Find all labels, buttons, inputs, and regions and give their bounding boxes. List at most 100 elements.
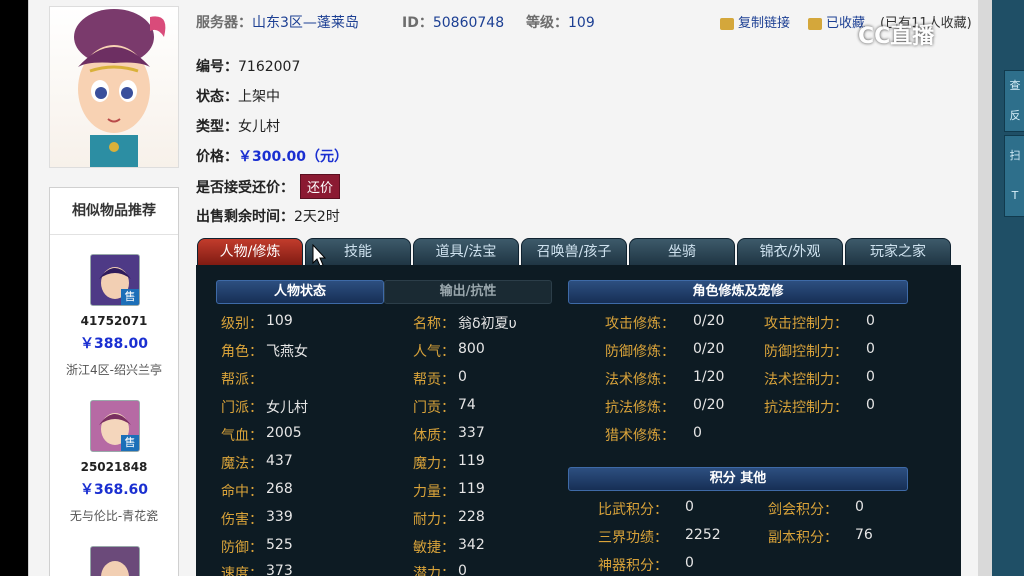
copy-link-label: 复制链接 [738, 16, 791, 31]
stat-value: 0 [458, 369, 467, 385]
stat-label: 防御： [221, 540, 263, 556]
stat-label: 命中： [221, 484, 263, 500]
right-tab-2[interactable]: 扫T [1004, 135, 1024, 217]
stat-label: 气血： [221, 428, 263, 444]
stat-value: 119 [458, 453, 485, 469]
right-tab-label: 扫 [1009, 149, 1021, 162]
favorited-button[interactable]: 已收藏 [808, 12, 865, 31]
points-label: 剑会积分： [768, 502, 838, 518]
cultivation-label: 抗法修炼： [605, 400, 675, 416]
character-avatar [49, 6, 179, 168]
page: 查反 扫T 服务器：山东3区—蓬莱岛 ID：50860748 等级：109 复制… [0, 0, 1024, 576]
section-points: 积分 其他 [568, 467, 908, 491]
stat-value: 飞燕女 [266, 344, 308, 360]
stat-label: 角色： [221, 344, 263, 360]
stat-value: 翁δ初夏υ [458, 316, 517, 332]
stat-value: 0 [458, 563, 467, 576]
item-time-label: 出售剩余时间： [196, 209, 294, 225]
section-char-status[interactable]: 人物状态 [216, 280, 384, 304]
cultivation-value: 0 [693, 425, 702, 441]
tab-pets[interactable]: 召唤兽/孩子 [521, 238, 627, 267]
item-type-row: 类型：女儿村 [196, 116, 280, 136]
tab-appearance[interactable]: 锦衣/外观 [737, 238, 843, 267]
points-value: 0 [855, 499, 864, 515]
stat-label: 敏捷： [413, 540, 455, 556]
stat-value: 74 [458, 397, 476, 413]
item-number-row: 编号：7162007 [196, 56, 300, 76]
right-tab-1[interactable]: 查反 [1004, 70, 1024, 132]
stat-value: 373 [266, 563, 293, 576]
similar-item-thumb[interactable]: 售 [90, 254, 140, 306]
character-panel: 人物状态 输出/抗性 角色修炼及宠修 积分 其他 级别： 109 角色： 飞燕女… [196, 265, 961, 576]
stat-label: 潜力： [413, 566, 455, 576]
similar-item-server: 无与伦比-青花瓷 [69, 509, 159, 523]
stat-label: 门贡： [413, 400, 455, 416]
stat-label: 门派： [221, 400, 263, 416]
item-time-row: 出售剩余时间：2天2时 [196, 206, 340, 226]
stat-value: 337 [458, 425, 485, 441]
stat-value: 525 [266, 537, 293, 553]
control-value: 0 [866, 341, 875, 357]
copy-link-button[interactable]: 复制链接 [720, 12, 790, 31]
item-haggle-row: 是否接受还价： 还价 [196, 174, 341, 199]
stat-label: 魔法： [221, 456, 263, 472]
level-info: 等级：109 [526, 12, 595, 32]
stat-value: 119 [458, 481, 485, 497]
sidebar-title: 相似物品推荐 [50, 188, 178, 235]
tab-items[interactable]: 道具/法宝 [413, 238, 519, 267]
section-cultivation: 角色修炼及宠修 [568, 280, 908, 304]
stat-value: 2005 [266, 425, 302, 441]
stat-label: 伤害： [221, 512, 263, 528]
item-status-label: 状态： [196, 89, 238, 105]
cultivation-value: 0/20 [693, 397, 725, 413]
stat-value: 109 [266, 313, 293, 329]
similar-item-server: 浙江4区-绍兴兰亭 [66, 363, 162, 377]
points-label: 副本积分： [768, 530, 838, 546]
right-tab-label: 查 [1009, 79, 1021, 92]
stat-label: 体质： [413, 428, 455, 444]
item-time: 2天2时 [294, 209, 340, 225]
points-value: 0 [685, 499, 694, 515]
similar-item-id[interactable]: 25021848 [50, 460, 178, 474]
server-label: 服务器： [196, 15, 252, 31]
similar-item-id[interactable]: 41752071 [50, 314, 178, 328]
points-value: 0 [685, 555, 694, 571]
stat-value: 342 [458, 537, 485, 553]
level-label: 等级： [526, 15, 568, 31]
right-tab-label: T [1011, 189, 1019, 202]
watermark-logo: CC直播 [858, 24, 935, 49]
level-value: 109 [568, 15, 595, 31]
similar-item-price: ￥388.00 [79, 336, 149, 352]
similar-item-thumb[interactable]: 售 [90, 400, 140, 452]
tab-mounts[interactable]: 坐骑 [629, 238, 735, 267]
stat-label: 耐力： [413, 512, 455, 528]
control-label: 抗法控制力： [764, 400, 848, 416]
section-output-resist[interactable]: 输出/抗性 [384, 280, 552, 304]
favorite-icon [808, 17, 822, 30]
control-label: 攻击控制力： [764, 316, 848, 332]
points-label: 神器积分： [598, 558, 668, 574]
tab-home[interactable]: 玩家之家 [845, 238, 951, 267]
points-label: 三界功绩： [598, 530, 668, 546]
similar-item-price: ￥368.60 [79, 482, 149, 498]
haggle-button[interactable]: 还价 [300, 174, 341, 199]
stat-value: 女儿村 [266, 400, 308, 416]
cultivation-label: 防御修炼： [605, 344, 675, 360]
sale-badge: 售 [121, 289, 139, 305]
item-price-label: 价格： [196, 149, 238, 165]
control-label: 防御控制力： [764, 344, 848, 360]
similar-item-thumb[interactable] [90, 546, 140, 576]
sale-badge: 售 [121, 435, 139, 451]
copy-link-icon [720, 17, 734, 30]
similar-items-sidebar: 相似物品推荐 售 41752071 ￥388.00 浙江4区-绍兴兰亭 售 25… [49, 187, 179, 576]
item-haggle-label: 是否接受还价： [196, 180, 294, 196]
id-label: ID： [402, 15, 433, 31]
tab-character[interactable]: 人物/修炼 [197, 238, 303, 267]
cultivation-value: 0/20 [693, 341, 725, 357]
item-number-label: 编号： [196, 59, 238, 75]
item-price-row: 价格：￥300.00（元） [196, 146, 348, 166]
cultivation-value: 0/20 [693, 313, 725, 329]
similar-item-portrait [91, 547, 139, 576]
left-edge [0, 0, 28, 576]
stat-value: 437 [266, 453, 293, 469]
